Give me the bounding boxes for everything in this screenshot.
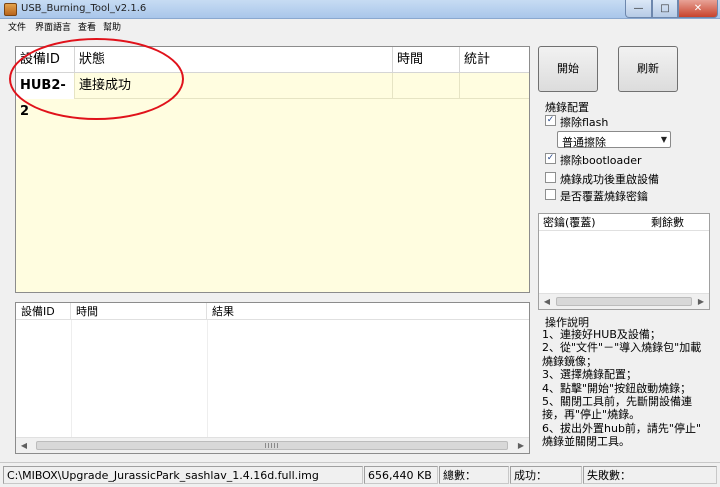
window-title: USB_Burning_Tool_v2.1.6 (21, 3, 147, 14)
chevron-down-icon: ▼ (660, 135, 667, 144)
start-button[interactable]: 開始 (538, 46, 598, 92)
table-row[interactable]: HUB2-2 連接成功 (16, 73, 529, 119)
scroll-left-icon[interactable]: ◀ (16, 438, 32, 453)
log-col-time[interactable]: 時間 (71, 303, 207, 320)
help-line: 6、拔出外置hub前，請先"停止" (542, 421, 702, 435)
help-line: 5、關閉工具前，先斷開設備連 (542, 395, 692, 409)
scroll-thumb[interactable] (36, 441, 508, 450)
scroll-thumb[interactable] (556, 297, 692, 306)
key-list-scrollbar[interactable]: ◀ ▶ (539, 293, 709, 309)
col-status[interactable]: 狀態 (75, 47, 393, 73)
help-text: 1、連接好HUB及設備； 2、從"文件"－"導入燒錄包"加載 燒錄鏡像； 3、選… (542, 328, 712, 449)
erase-mode-select[interactable]: 普通擦除 ▼ (557, 131, 671, 149)
scroll-right-icon[interactable]: ▶ (693, 294, 709, 309)
erase-flash-label: 擦除flash (560, 116, 609, 129)
device-grid-header: 設備ID 狀態 時間 統計 (16, 47, 529, 73)
time-cell (393, 73, 460, 99)
column-divider (207, 320, 208, 437)
status-total: 總數： (439, 466, 509, 484)
help-line: 接，再"停止"燒錄。 (542, 408, 641, 422)
help-line: 燒錄鏡像； (542, 354, 597, 368)
status-bar: C:\MIBOX\Upgrade_JurassicPark_sashlav_1.… (0, 462, 720, 487)
config-title: 燒錄配置 (545, 101, 589, 114)
column-divider (71, 320, 72, 437)
menu-file[interactable]: 文件 (8, 20, 26, 33)
device-id-cell: HUB2-2 (16, 73, 75, 119)
log-horizontal-scrollbar[interactable]: ◀ ▶ (16, 437, 529, 453)
status-cell: 連接成功 (75, 73, 393, 99)
device-grid[interactable]: 設備ID 狀態 時間 統計 HUB2-2 連接成功 (15, 46, 530, 293)
help-line: 燒錄並關閉工具。 (542, 435, 630, 449)
title-bar: USB_Burning_Tool_v2.1.6 — □ ✕ (0, 0, 720, 19)
app-icon (4, 3, 17, 16)
scroll-left-icon[interactable]: ◀ (539, 294, 555, 309)
help-line: 1、連接好HUB及設備； (542, 328, 661, 341)
key-col-remaining[interactable]: 剩餘數 (647, 214, 709, 231)
help-line: 4、點擊"開始"按鈕啟動燒錄； (542, 381, 692, 395)
key-col-key[interactable]: 密鑰(覆蓋) (539, 214, 647, 231)
minimize-button[interactable]: — (625, 0, 652, 18)
check-icon[interactable]: ✓ (545, 153, 556, 164)
overwrite-key-label: 是否覆蓋燒錄密鑰 (560, 190, 648, 203)
menu-language[interactable]: 界面語言 (35, 20, 71, 33)
status-fail: 失敗數： (583, 466, 717, 484)
col-device-id[interactable]: 設備ID (16, 47, 75, 73)
grip-icon (265, 443, 279, 448)
close-button[interactable]: ✕ (678, 0, 718, 18)
scroll-right-icon[interactable]: ▶ (513, 438, 529, 453)
status-file-path: C:\MIBOX\Upgrade_JurassicPark_sashlav_1.… (3, 466, 363, 484)
log-grid-header: 設備ID 時間 結果 (16, 303, 529, 320)
checkbox-empty-icon[interactable] (545, 172, 556, 183)
status-success: 成功： (510, 466, 582, 484)
col-stats[interactable]: 統計 (460, 47, 529, 73)
status-file-size: 656,440 KB (364, 466, 438, 484)
key-list[interactable]: 密鑰(覆蓋) 剩餘數 ◀ ▶ (538, 213, 710, 310)
help-line: 2、從"文件"－"導入燒錄包"加載 (542, 341, 702, 355)
erase-bootloader-label: 擦除bootloader (560, 154, 642, 167)
log-col-device-id[interactable]: 設備ID (16, 303, 71, 320)
stats-cell (460, 73, 529, 99)
col-time[interactable]: 時間 (393, 47, 460, 73)
menu-bar: 文件 界面語言 查看 幫助 (0, 19, 720, 33)
reboot-after-label: 燒錄成功後重啟設備 (560, 173, 659, 186)
help-line: 3、選擇燒錄配置； (542, 368, 637, 382)
key-list-header: 密鑰(覆蓋) 剩餘數 (539, 214, 709, 231)
menu-view[interactable]: 查看 (78, 20, 96, 33)
erase-mode-value: 普通擦除 (562, 136, 606, 149)
log-col-result[interactable]: 結果 (207, 303, 529, 320)
check-icon[interactable]: ✓ (545, 115, 556, 126)
log-grid[interactable]: 設備ID 時間 結果 ◀ ▶ (15, 302, 530, 454)
refresh-button[interactable]: 刷新 (618, 46, 678, 92)
maximize-button[interactable]: □ (652, 0, 678, 18)
menu-help[interactable]: 幫助 (103, 20, 121, 33)
checkbox-empty-icon[interactable] (545, 189, 556, 200)
